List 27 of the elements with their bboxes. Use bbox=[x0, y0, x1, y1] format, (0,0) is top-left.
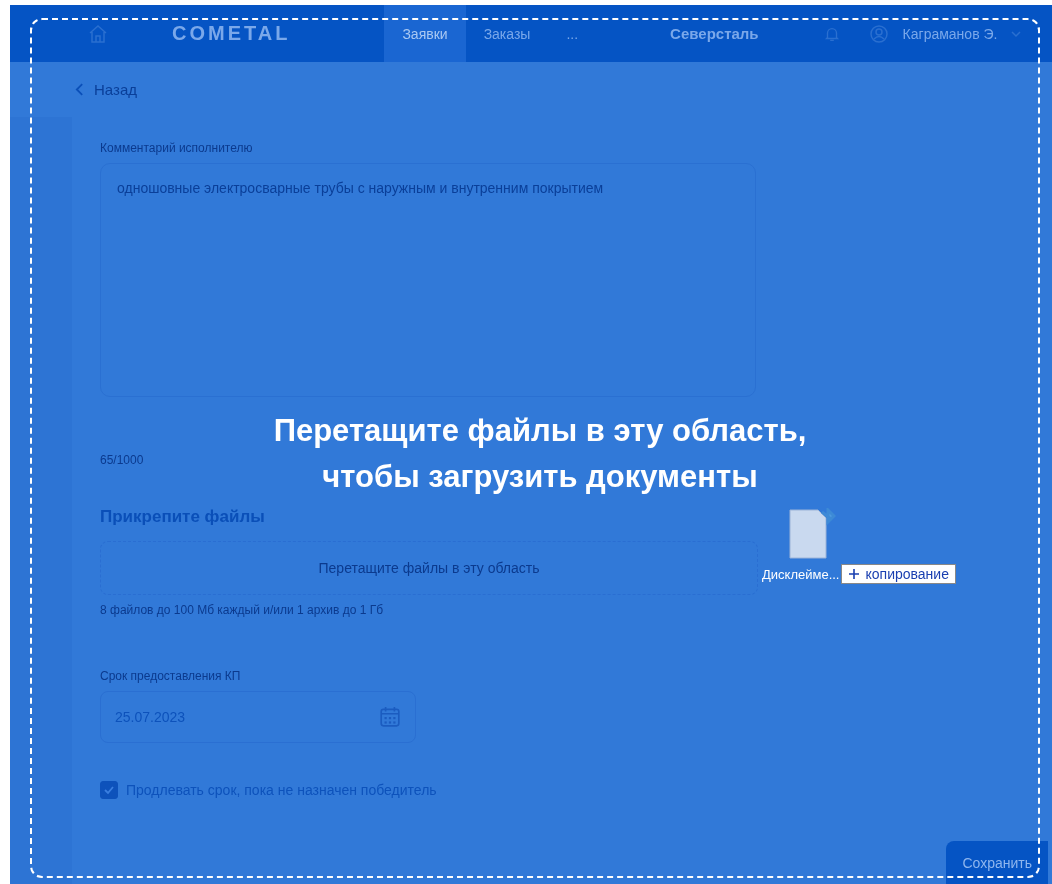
document-icon bbox=[788, 508, 836, 560]
nav-tab[interactable]: ... bbox=[548, 5, 597, 62]
hint-text: 8 файлов до 100 Мб каждый и/или 1 архив до 1 Гб bbox=[100, 603, 385, 617]
dropzone[interactable]: Перетащите файлы в эту область bbox=[100, 541, 758, 595]
copy-tooltip: копирование bbox=[841, 564, 956, 584]
field-label: Комментарий исполнителю bbox=[100, 141, 254, 155]
comment-field[interactable]: одношовные электросварные трубы с наружным и внутренним покрытием bbox=[100, 163, 756, 397]
file-name: Дисклейме... bbox=[762, 566, 840, 582]
user-icon[interactable] bbox=[868, 23, 889, 44]
chevron-left-icon[interactable] bbox=[75, 83, 84, 96]
logo: COMETAL bbox=[172, 22, 291, 45]
checkbox[interactable] bbox=[100, 781, 118, 799]
home-icon[interactable] bbox=[88, 23, 108, 44]
character-counter: 65/1000 bbox=[100, 453, 145, 467]
field-label: Срок предоставления КП bbox=[100, 669, 242, 683]
user-name[interactable]: Каграманов Э. bbox=[902, 25, 998, 42]
drop-message: чтобы загрузить документы bbox=[322, 458, 758, 496]
chevron-down-icon[interactable] bbox=[1011, 28, 1022, 39]
save-button[interactable]: Сохранить bbox=[946, 841, 1048, 884]
check-icon bbox=[103, 784, 115, 796]
brand-logo: Северсталь bbox=[670, 25, 759, 42]
calendar-icon[interactable] bbox=[379, 706, 401, 728]
drop-message: Перетащите файлы в эту область, bbox=[273, 412, 807, 450]
back-link[interactable]: Назад bbox=[94, 81, 137, 98]
plus-icon bbox=[848, 568, 861, 580]
nav-tab[interactable]: Заказы bbox=[465, 5, 549, 62]
nav-tab[interactable]: Заявки bbox=[384, 5, 466, 62]
